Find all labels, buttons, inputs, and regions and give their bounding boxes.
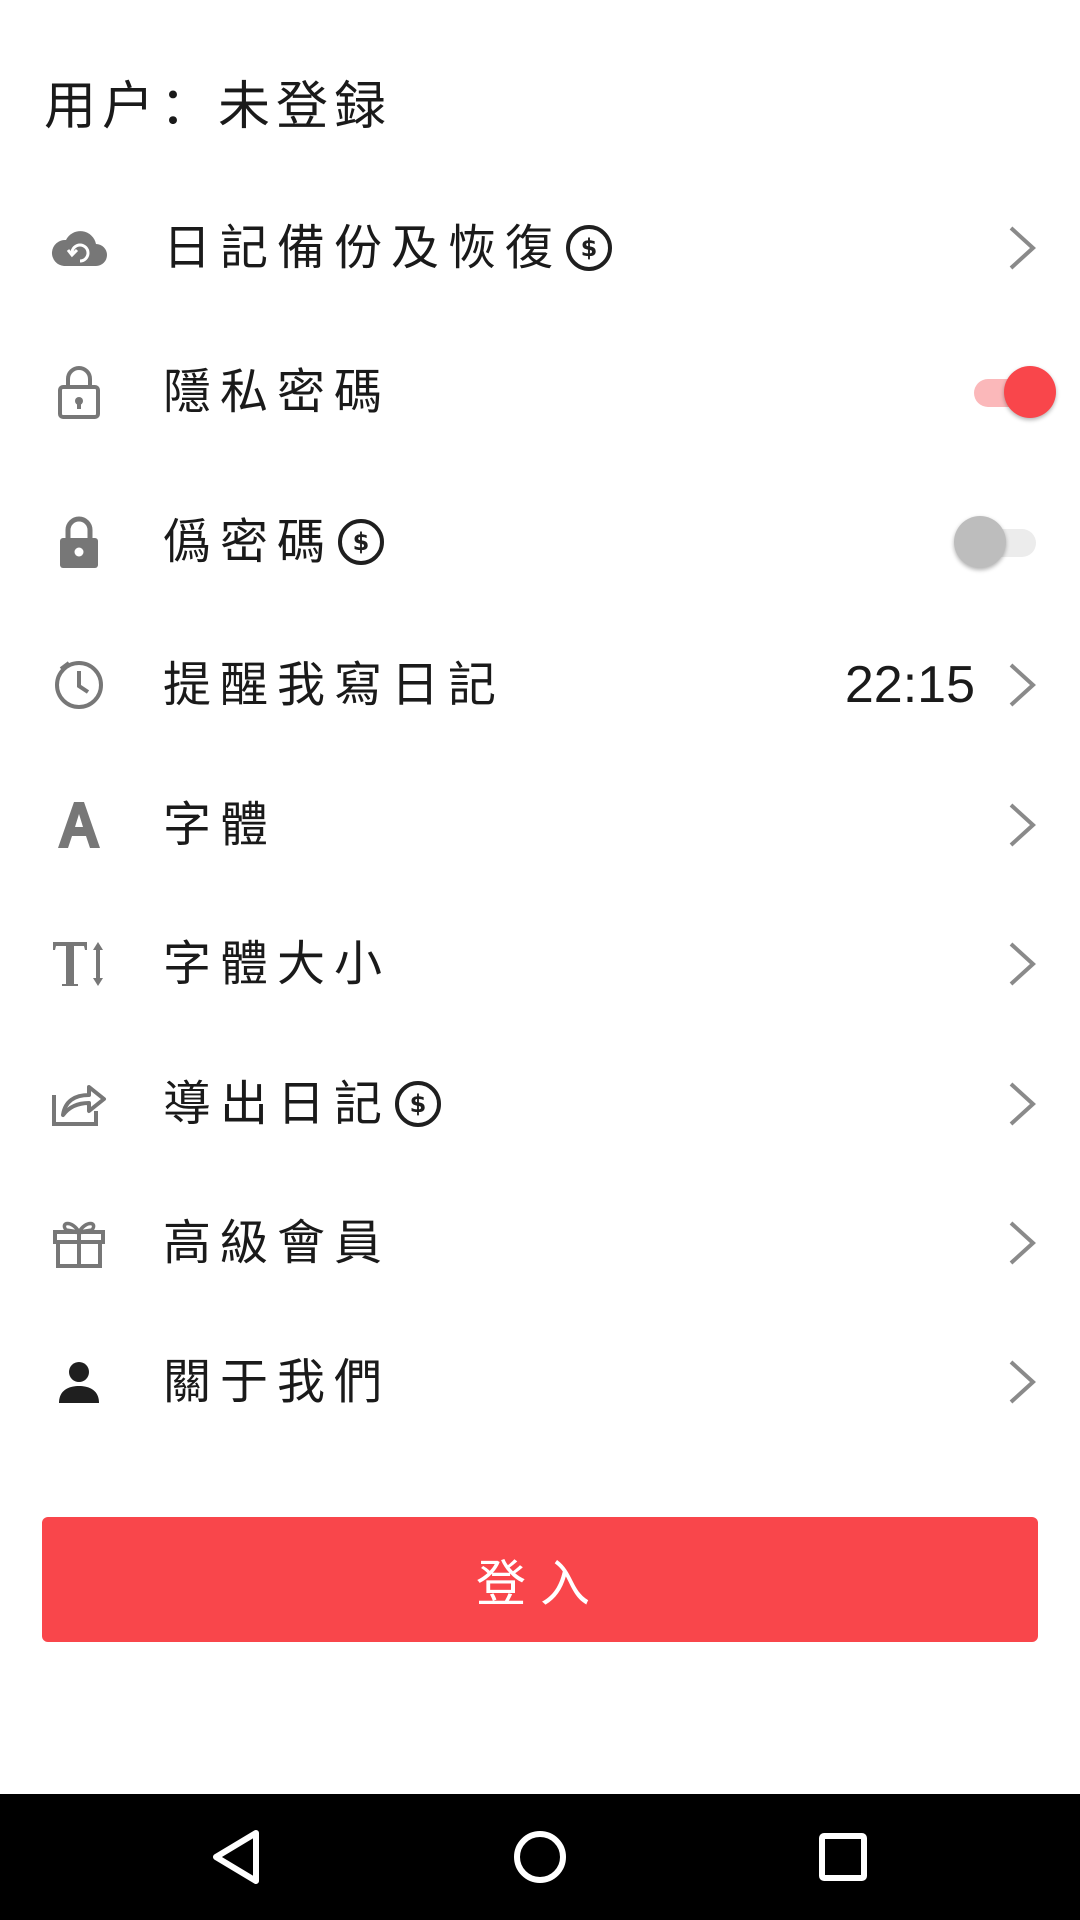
chevron-right-icon: [1009, 1360, 1036, 1403]
fake-password-toggle[interactable]: [954, 512, 1058, 572]
settings-row-vip[interactable]: 高級會員: [0, 1173, 1080, 1312]
cloud-sync-icon: [50, 219, 108, 277]
font-icon: [50, 796, 108, 854]
settings-label: 隱私密碼: [163, 363, 392, 420]
settings-label: 僞密碼 $: [163, 512, 385, 572]
settings-row-font-size[interactable]: 字體大小: [0, 894, 1080, 1033]
user-status: 用户：未登録: [44, 77, 393, 137]
system-nav-bar: [0, 1794, 1080, 1920]
settings-label: 導出日記 $: [163, 1074, 442, 1134]
settings-row-privacy-password[interactable]: 隱私密碼: [0, 322, 1080, 461]
chevron-right-icon: [1009, 663, 1036, 706]
share-icon: [50, 1075, 108, 1133]
premium-coin-icon: $: [566, 224, 613, 271]
settings-label: 高級會員: [163, 1214, 392, 1271]
gift-icon: [50, 1214, 108, 1272]
lock-outline-icon: [50, 363, 108, 421]
premium-coin-icon: $: [395, 1080, 442, 1127]
back-icon[interactable]: [193, 1814, 279, 1900]
text-size-icon: [50, 935, 108, 993]
settings-row-backup[interactable]: 日記備份及恢復 $: [0, 178, 1080, 317]
chevron-right-icon: [1009, 1082, 1036, 1125]
settings-row-font[interactable]: 字體: [0, 755, 1080, 894]
premium-coin-icon: $: [338, 518, 385, 565]
settings-row-fake-password[interactable]: 僞密碼 $: [0, 472, 1080, 611]
chevron-right-icon: [1009, 803, 1036, 846]
privacy-password-toggle[interactable]: [960, 362, 1058, 422]
settings-row-reminder[interactable]: 提醒我寫日記 22:15: [0, 615, 1080, 754]
settings-label: 字體大小: [163, 935, 392, 992]
home-icon[interactable]: [497, 1814, 583, 1900]
settings-row-about[interactable]: 關于我們: [0, 1312, 1080, 1451]
settings-row-export[interactable]: 導出日記 $: [0, 1034, 1080, 1173]
recents-icon[interactable]: [800, 1814, 886, 1900]
lock-filled-icon: [50, 513, 108, 571]
reminder-time: 22:15: [844, 655, 975, 714]
login-button[interactable]: 登入: [42, 1517, 1038, 1642]
chevron-right-icon: [1009, 942, 1036, 985]
clock-icon: [50, 656, 108, 714]
chevron-right-icon: [1009, 1221, 1036, 1264]
settings-label: 日記備份及恢復 $: [163, 218, 613, 278]
chevron-right-icon: [1009, 226, 1036, 269]
settings-label: 提醒我寫日記: [163, 656, 506, 713]
settings-label: 關于我們: [163, 1353, 392, 1410]
person-icon: [50, 1353, 108, 1411]
settings-label: 字體: [163, 796, 278, 853]
